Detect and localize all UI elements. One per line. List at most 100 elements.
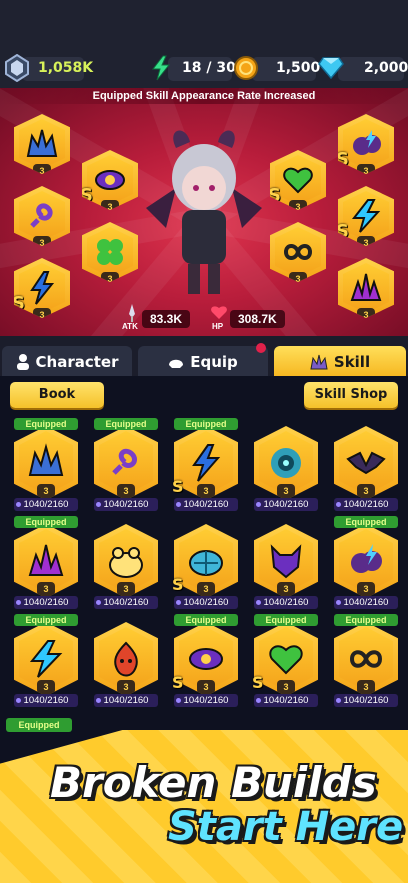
progress-bar: 1040/2160 bbox=[94, 596, 158, 609]
level-badge: 3 bbox=[289, 272, 307, 282]
skill-card[interactable]: 3 1040/2160 bbox=[250, 516, 322, 609]
skill-card[interactable]: 3 1040/2160 bbox=[90, 614, 162, 707]
skill-card[interactable]: 3 1040/2160 bbox=[90, 516, 162, 609]
hp-label: HP bbox=[212, 322, 224, 331]
skill-card[interactable]: Equipped 3 1040/2160 bbox=[10, 516, 82, 609]
progress-bar: 1040/2160 bbox=[174, 694, 238, 707]
promo-subheadline: Start Here bbox=[168, 804, 404, 850]
gems-amount: 1,058K bbox=[38, 60, 94, 76]
level-badge: 3 bbox=[289, 200, 307, 210]
tab-bar: Character Equip Skill bbox=[0, 340, 408, 378]
progress-bar: 1040/2160 bbox=[334, 498, 398, 511]
eye-icon bbox=[95, 170, 125, 190]
level-badge: 3 bbox=[101, 200, 119, 210]
level-badge: 3 bbox=[197, 680, 215, 694]
skill-icon-frame: 3 bbox=[14, 622, 78, 696]
level-badge: 3 bbox=[277, 484, 295, 498]
skill-icon-frame: 3 bbox=[94, 524, 158, 598]
level-badge: 3 bbox=[357, 680, 375, 694]
tab-character[interactable]: Character bbox=[2, 346, 132, 378]
skill-card[interactable]: 3 1040/2160 bbox=[330, 418, 402, 511]
tab-skill-label: Skill bbox=[333, 353, 371, 371]
skill-icon-frame: 3 bbox=[94, 622, 158, 696]
diamonds-resource[interactable]: 2,000 bbox=[318, 54, 408, 82]
chain-icon bbox=[30, 203, 53, 228]
skill-card[interactable]: Equipped 3 1040/2160 bbox=[10, 418, 82, 511]
equipped-tag: Equipped bbox=[6, 718, 72, 732]
progress-bar: 1040/2160 bbox=[334, 596, 398, 609]
s-rank-badge: S bbox=[172, 575, 184, 594]
progress-bar: 1040/2160 bbox=[334, 694, 398, 707]
progress-bar: 1040/2160 bbox=[14, 694, 78, 707]
clover-icon bbox=[97, 239, 123, 265]
progress-bar: 1040/2160 bbox=[94, 498, 158, 511]
hero-skill-slot[interactable]: S 3 bbox=[14, 258, 70, 318]
atk-label: ATK bbox=[122, 322, 138, 331]
equipped-tag: Equipped bbox=[334, 516, 398, 528]
tab-equip[interactable]: Equip bbox=[138, 346, 268, 378]
hero-panel: Equipped Skill Appearance Rate Increased… bbox=[0, 88, 408, 336]
skill-card[interactable]: Equipped 3 1040/2160 bbox=[10, 614, 82, 707]
energy-resource[interactable]: 18 / 30 bbox=[150, 54, 236, 82]
skill-card[interactable]: Equipped 3 S 1040/2160 bbox=[170, 418, 242, 511]
equipped-tag: Equipped bbox=[94, 418, 158, 430]
equipped-tag: Equipped bbox=[174, 418, 238, 430]
gems-resource[interactable]: 1,058K bbox=[4, 54, 93, 82]
skill-shop-button[interactable]: Skill Shop bbox=[304, 382, 398, 408]
s-rank-badge: S bbox=[80, 185, 93, 206]
hp-value: 308.7K bbox=[230, 310, 285, 328]
shell-icon bbox=[189, 550, 223, 576]
skill-card[interactable]: Equipped 3 1040/2160 bbox=[90, 418, 162, 511]
equipped-tag: Equipped bbox=[14, 418, 78, 430]
demon-mask-icon bbox=[270, 544, 302, 579]
coins-resource[interactable]: 1,500 bbox=[234, 54, 320, 82]
s-rank-badge: S bbox=[252, 673, 264, 692]
skill-card[interactable]: 3 1040/2160 bbox=[250, 418, 322, 511]
eye-icon bbox=[189, 648, 223, 670]
storm-cloud-icon bbox=[353, 130, 381, 155]
equipped-tag: Equipped bbox=[14, 614, 78, 626]
crown-spikes-icon bbox=[26, 129, 58, 157]
lightning-claw-icon bbox=[192, 444, 221, 482]
skill-card[interactable]: 3 S 1040/2160 bbox=[170, 516, 242, 609]
coin-icon bbox=[234, 56, 258, 80]
tab-skill[interactable]: Skill bbox=[274, 346, 406, 378]
skill-card[interactable]: Equipped 3 1040/2160 bbox=[330, 516, 402, 609]
spike-burst-icon bbox=[28, 544, 64, 576]
skill-card[interactable]: Equipped 3 1040/2160 bbox=[330, 614, 402, 707]
level-badge: 3 bbox=[37, 484, 55, 498]
level-badge: 3 bbox=[33, 308, 51, 318]
progress-bar: 1040/2160 bbox=[14, 596, 78, 609]
person-icon bbox=[16, 354, 29, 370]
promo-headline: Broken Builds bbox=[50, 758, 377, 807]
equipped-tag: Equipped bbox=[174, 614, 238, 626]
sword-icon bbox=[129, 304, 135, 322]
infinity-icon bbox=[349, 650, 383, 668]
spike-burst-icon bbox=[350, 273, 382, 301]
hero-skill-slot[interactable]: 3 bbox=[338, 258, 394, 318]
level-badge: 3 bbox=[117, 484, 135, 498]
skill-card[interactable]: Equipped 3 S 1040/2160 bbox=[170, 614, 242, 707]
helmet-icon bbox=[169, 359, 184, 368]
atk-value: 83.3K bbox=[142, 310, 191, 328]
book-button[interactable]: Book bbox=[10, 382, 104, 408]
progress-bar: 1040/2160 bbox=[254, 596, 318, 609]
lightning-icon bbox=[151, 55, 171, 81]
skill-icon-frame: 3 bbox=[334, 622, 398, 696]
skill-icon-frame: 3 bbox=[254, 426, 318, 500]
crown-spikes-icon bbox=[28, 443, 64, 476]
s-rank-badge: S bbox=[172, 673, 184, 692]
crystal-icon bbox=[5, 54, 29, 82]
level-badge: 3 bbox=[37, 582, 55, 596]
character-portrait[interactable] bbox=[136, 128, 272, 308]
resource-bar: 1,058K 18 / 30 1,500 2,000 bbox=[0, 0, 408, 88]
progress-bar: 1040/2160 bbox=[254, 498, 318, 511]
skill-card[interactable]: Equipped 3 S 1040/2160 bbox=[250, 614, 322, 707]
progress-bar: 1040/2160 bbox=[254, 694, 318, 707]
skill-icon-frame: 3 bbox=[334, 426, 398, 500]
chain-icon bbox=[112, 448, 137, 475]
equipped-tag: Equipped bbox=[334, 614, 398, 626]
s-rank-badge: S bbox=[172, 477, 184, 496]
fire-spirit-icon bbox=[114, 641, 138, 677]
level-badge: 3 bbox=[37, 680, 55, 694]
